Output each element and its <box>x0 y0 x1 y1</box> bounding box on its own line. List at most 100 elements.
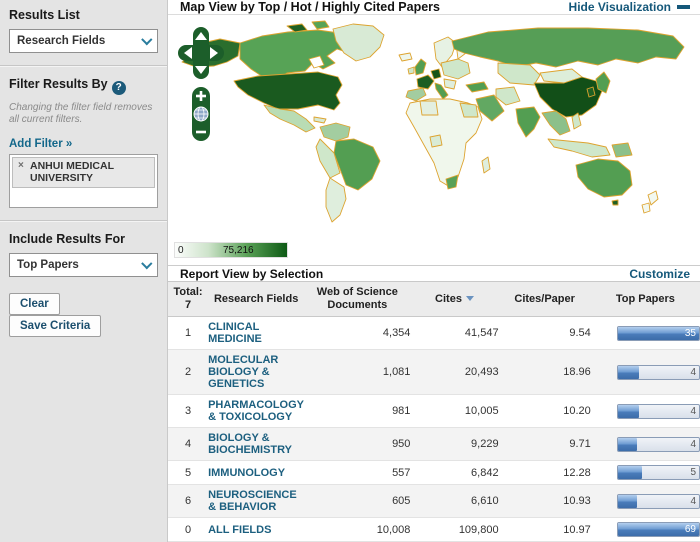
include-results-heading: Include Results For <box>9 232 158 246</box>
help-icon[interactable]: ? <box>112 81 126 95</box>
top-papers-bar: 4 <box>617 494 700 509</box>
docs-value: 950 <box>304 428 410 461</box>
legend-min-value: 0 <box>178 245 184 256</box>
table-row: 1 CLINICAL MEDICINE 4,354 41,547 9.54 35 <box>168 317 700 350</box>
row-rank: 0 <box>168 518 208 542</box>
docs-value: 605 <box>304 485 410 518</box>
legend-max-value: 75,216 <box>223 245 254 256</box>
chevron-down-icon <box>141 258 152 269</box>
esi-app: Results List Research Fields Filter Resu… <box>0 0 700 542</box>
filter-chip-label: ANHUI MEDICAL UNIVERSITY <box>30 160 114 184</box>
top-papers-bar: 4 <box>617 404 700 419</box>
top-papers-bar: 5 <box>617 465 700 480</box>
cites-per-paper-value: 9.54 <box>499 317 591 350</box>
col-top-papers[interactable]: Top Papers <box>591 282 700 317</box>
field-link[interactable]: ALL FIELDS <box>208 524 271 536</box>
results-list-dropdown[interactable]: Research Fields <box>9 29 158 53</box>
include-results-dropdown[interactable]: Top Papers <box>9 253 158 277</box>
top-papers-value: 69 <box>685 524 696 536</box>
sidebar-divider <box>0 65 167 67</box>
docs-value: 1,081 <box>304 350 410 395</box>
map-area: 0 75,216 <box>168 15 700 265</box>
top-papers-value: 5 <box>690 467 696 479</box>
cites-per-paper-value: 18.96 <box>499 350 591 395</box>
cites-value: 20,493 <box>410 350 498 395</box>
cites-value: 10,005 <box>410 395 498 428</box>
results-list-dropdown-value: Research Fields <box>17 35 105 47</box>
row-rank: 4 <box>168 428 208 461</box>
cites-value: 6,610 <box>410 485 498 518</box>
top-papers-bar: 35 <box>617 326 700 341</box>
table-row: 0 ALL FIELDS 10,008 109,800 10.97 69 <box>168 518 700 542</box>
top-papers-bar: 69 <box>617 522 700 537</box>
main-content: Map View by Top / Hot / Highly Cited Pap… <box>168 0 700 542</box>
docs-value: 4,354 <box>304 317 410 350</box>
map-header: Map View by Top / Hot / Highly Cited Pap… <box>168 0 700 15</box>
cites-value: 6,842 <box>410 461 498 485</box>
field-link[interactable]: NEUROSCIENCE & BEHAVIOR <box>208 489 297 513</box>
table-row: 6 NEUROSCIENCE & BEHAVIOR 605 6,610 10.9… <box>168 485 700 518</box>
cites-per-paper-value: 10.93 <box>499 485 591 518</box>
col-research-fields[interactable]: Research Fields <box>208 282 304 317</box>
filter-box[interactable]: × ANHUI MEDICAL UNIVERSITY <box>9 154 158 208</box>
clear-button[interactable]: Clear <box>9 293 60 315</box>
field-link[interactable]: PHARMACOLOGY & TOXICOLOGY <box>208 399 304 423</box>
report-header: Report View by Selection Customize <box>168 265 700 281</box>
cites-per-paper-value: 10.20 <box>499 395 591 428</box>
sidebar-buttons: Clear Save Criteria <box>9 293 158 337</box>
cites-value: 41,547 <box>410 317 498 350</box>
zoom-control <box>192 87 210 141</box>
field-link[interactable]: CLINICAL MEDICINE <box>208 321 262 345</box>
filter-results-heading: Filter Results By? <box>9 77 158 95</box>
top-papers-value: 4 <box>690 439 696 451</box>
table-header-row: Total:7 Research Fields Web of Science D… <box>168 282 700 317</box>
docs-value: 10,008 <box>304 518 410 542</box>
row-rank: 2 <box>168 350 208 395</box>
field-link[interactable]: MOLECULAR BIOLOGY & GENETICS <box>208 354 278 390</box>
table-row: 3 PHARMACOLOGY & TOXICOLOGY 981 10,005 1… <box>168 395 700 428</box>
hide-visualization-link[interactable]: Hide Visualization <box>569 0 690 14</box>
remove-filter-icon[interactable]: × <box>18 160 24 172</box>
top-papers-value: 4 <box>690 406 696 418</box>
total-header: Total:7 <box>168 282 208 317</box>
map-controls <box>176 25 226 148</box>
docs-value: 981 <box>304 395 410 428</box>
map-title: Map View by Top / Hot / Highly Cited Pap… <box>180 0 440 14</box>
sidebar-divider <box>0 220 167 222</box>
docs-value: 557 <box>304 461 410 485</box>
pan-control <box>178 27 224 79</box>
report-table: Total:7 Research Fields Web of Science D… <box>168 281 700 542</box>
chevron-down-icon <box>141 34 152 45</box>
table-row: 4 BIOLOGY & BIOCHEMISTRY 950 9,229 9.71 … <box>168 428 700 461</box>
cites-per-paper-value: 9.71 <box>499 428 591 461</box>
cites-value: 9,229 <box>410 428 498 461</box>
cites-per-paper-value: 12.28 <box>499 461 591 485</box>
filter-note: Changing the filter field removes all cu… <box>9 102 158 126</box>
row-rank: 1 <box>168 317 208 350</box>
cites-per-paper-value: 10.97 <box>499 518 591 542</box>
col-wos-documents[interactable]: Web of Science Documents <box>304 282 410 317</box>
customize-link[interactable]: Customize <box>629 267 690 281</box>
sort-desc-icon <box>466 296 474 301</box>
field-link[interactable]: BIOLOGY & BIOCHEMISTRY <box>208 432 292 456</box>
top-papers-value: 4 <box>690 367 696 379</box>
minus-icon <box>677 5 690 9</box>
col-cites[interactable]: Cites <box>410 282 498 317</box>
sidebar: Results List Research Fields Filter Resu… <box>0 0 168 542</box>
row-rank: 3 <box>168 395 208 428</box>
world-choropleth-map[interactable] <box>168 15 699 265</box>
top-papers-value: 35 <box>685 328 696 340</box>
report-title: Report View by Selection <box>180 267 323 281</box>
add-filter-link[interactable]: Add Filter » <box>9 138 72 150</box>
cites-value: 109,800 <box>410 518 498 542</box>
table-row: 2 MOLECULAR BIOLOGY & GENETICS 1,081 20,… <box>168 350 700 395</box>
globe-icon <box>194 107 208 121</box>
row-rank: 5 <box>168 461 208 485</box>
top-papers-value: 4 <box>690 496 696 508</box>
col-cites-per-paper[interactable]: Cites/Paper <box>499 282 591 317</box>
filter-chip[interactable]: × ANHUI MEDICAL UNIVERSITY <box>12 157 155 188</box>
results-list-heading: Results List <box>9 8 158 22</box>
top-papers-bar: 4 <box>617 365 700 380</box>
field-link[interactable]: IMMUNOLOGY <box>208 467 285 479</box>
save-criteria-button[interactable]: Save Criteria <box>9 315 101 337</box>
